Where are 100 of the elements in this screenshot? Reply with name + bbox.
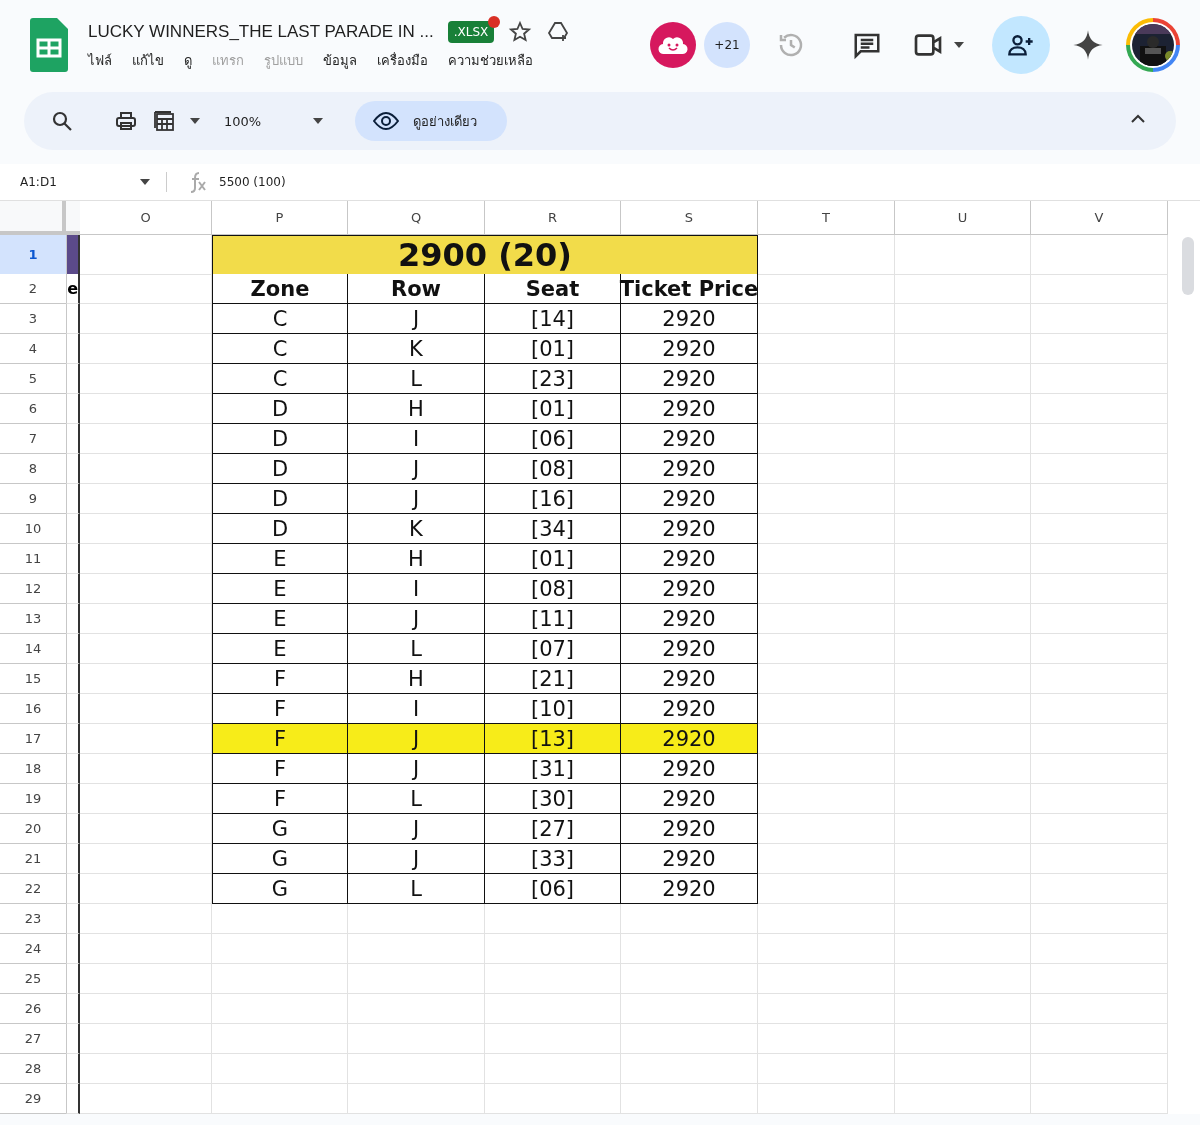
frozen-column-cell[interactable] [66, 994, 80, 1024]
table-cell[interactable] [80, 994, 212, 1024]
table-cell[interactable] [212, 1054, 348, 1084]
caret-icon[interactable] [313, 118, 324, 124]
frozen-column-cell[interactable] [66, 964, 80, 994]
table-cell[interactable] [758, 304, 895, 334]
column-letter[interactable]: T [758, 201, 895, 235]
zoom-level[interactable]: 100% [224, 113, 262, 129]
table-cell[interactable] [621, 994, 758, 1024]
table-cell[interactable] [758, 934, 895, 964]
table-cell[interactable] [212, 904, 348, 934]
frozen-column-cell[interactable] [66, 1084, 80, 1114]
table-cell[interactable] [80, 904, 212, 934]
table-cell[interactable] [1031, 754, 1168, 784]
table-cell[interactable] [485, 934, 621, 964]
document-title[interactable]: LUCKY WINNERS_THE LAST PARADE IN ... [88, 21, 434, 42]
table-cell[interactable] [895, 424, 1031, 454]
table-cell[interactable] [212, 994, 348, 1024]
table-cell[interactable] [621, 1024, 758, 1054]
row-number[interactable]: 1 [0, 235, 66, 275]
row-number[interactable]: 2 [0, 274, 66, 304]
table-cell[interactable] [1031, 994, 1168, 1024]
table-cell[interactable] [1031, 724, 1168, 754]
frozen-column-cell[interactable] [66, 754, 80, 784]
table-cell[interactable] [895, 484, 1031, 514]
table-cell[interactable] [758, 424, 895, 454]
table-cell[interactable] [895, 874, 1031, 904]
table-cell[interactable] [895, 235, 1031, 275]
table-cell[interactable] [758, 1054, 895, 1084]
table-cell[interactable] [758, 454, 895, 484]
column-letter[interactable]: Q [348, 201, 485, 235]
table-cell[interactable] [621, 934, 758, 964]
table-cell[interactable] [758, 484, 895, 514]
table-cell[interactable] [895, 454, 1031, 484]
table-cell[interactable] [758, 394, 895, 424]
table-cell[interactable] [1031, 874, 1168, 904]
table-cell[interactable] [621, 964, 758, 994]
table-cell[interactable] [895, 274, 1031, 304]
table-cell[interactable] [758, 754, 895, 784]
table-cell[interactable] [348, 1054, 485, 1084]
frozen-column-cell[interactable] [66, 724, 80, 754]
column-letter[interactable]: S [621, 201, 758, 235]
table-cell[interactable] [758, 814, 895, 844]
table-cell[interactable] [758, 724, 895, 754]
menu-item[interactable]: แก้ไข [132, 49, 164, 71]
table-cell[interactable] [758, 964, 895, 994]
frozen-column-cell[interactable] [66, 544, 80, 574]
table-cell[interactable] [895, 664, 1031, 694]
scrollbar-thumb[interactable] [1182, 237, 1194, 295]
table-cell[interactable] [1031, 235, 1168, 275]
table-cell[interactable] [1031, 964, 1168, 994]
table-cell[interactable] [758, 874, 895, 904]
menu-item[interactable]: ดู [184, 49, 192, 71]
table-cell[interactable] [895, 994, 1031, 1024]
table-cell[interactable] [758, 235, 895, 275]
table-cell[interactable] [1031, 484, 1168, 514]
table-cell[interactable] [758, 274, 895, 304]
column-letter[interactable]: R [485, 201, 621, 235]
table-cell[interactable] [1031, 1054, 1168, 1084]
table-cell[interactable] [895, 334, 1031, 364]
frozen-column-cell[interactable] [66, 784, 80, 814]
table-cell[interactable] [348, 1084, 485, 1114]
frozen-column-cell[interactable] [66, 514, 80, 544]
table-cell[interactable] [758, 334, 895, 364]
print-icon[interactable] [114, 109, 138, 133]
table-cell[interactable] [80, 934, 212, 964]
name-box[interactable]: A1:D1 [0, 175, 140, 189]
column-letter[interactable]: V [1031, 201, 1168, 235]
table-cell[interactable] [895, 844, 1031, 874]
frozen-column-cell[interactable] [66, 874, 80, 904]
frozen-column-cell[interactable] [66, 634, 80, 664]
table-cell[interactable] [1031, 784, 1168, 814]
table-cell[interactable] [485, 1084, 621, 1114]
table-cell[interactable] [348, 994, 485, 1024]
table-cell[interactable] [895, 1024, 1031, 1054]
column-letter[interactable]: O [80, 201, 212, 235]
frozen-column-cell[interactable] [66, 604, 80, 634]
menu-item[interactable]: ข้อมูล [323, 49, 357, 71]
table-cell[interactable] [80, 1054, 212, 1084]
profile-avatar[interactable] [1126, 18, 1180, 72]
table-cell[interactable] [1031, 1024, 1168, 1054]
frozen-column-cell[interactable] [66, 1024, 80, 1054]
table-cell[interactable] [80, 1024, 212, 1054]
table-cell[interactable] [80, 1084, 212, 1114]
table-cell[interactable] [895, 964, 1031, 994]
frozen-column-cell[interactable] [66, 334, 80, 364]
table-cell[interactable] [1031, 634, 1168, 664]
frozen-column-cell[interactable] [66, 694, 80, 724]
frozen-column-cell[interactable] [66, 574, 80, 604]
table-cell[interactable] [895, 514, 1031, 544]
table-cell[interactable] [1031, 574, 1168, 604]
table-cell[interactable] [758, 994, 895, 1024]
table-cell[interactable] [895, 814, 1031, 844]
table-cell[interactable] [758, 904, 895, 934]
table-cell[interactable] [895, 364, 1031, 394]
table-cell[interactable] [895, 1084, 1031, 1114]
search-icon[interactable] [50, 109, 74, 133]
frozen-column-cell[interactable] [66, 664, 80, 694]
table-cell[interactable] [621, 1084, 758, 1114]
table-cell[interactable] [1031, 1084, 1168, 1114]
